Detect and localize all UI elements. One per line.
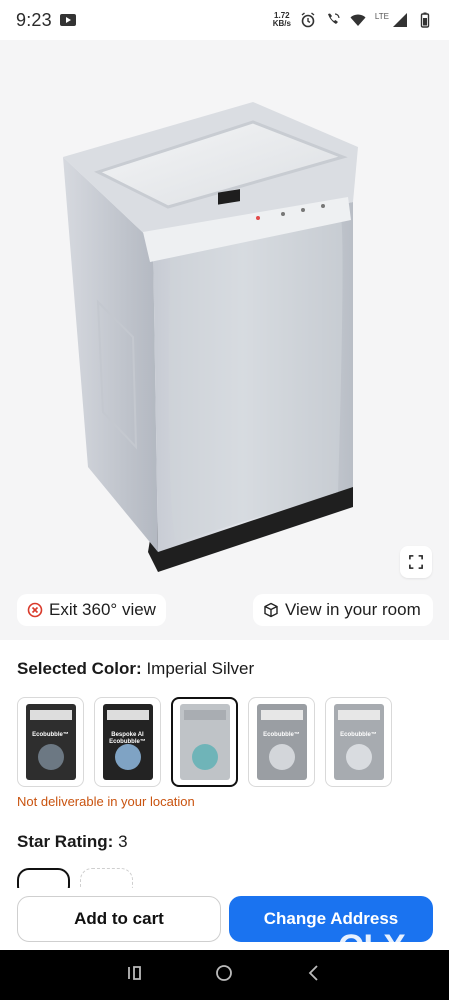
net-speed: 1.72 KB/s — [273, 12, 291, 28]
alarm-icon — [300, 12, 316, 28]
system-nav-bar — [0, 950, 449, 1000]
exit-360-view-button[interactable]: Exit 360° view — [17, 594, 166, 626]
net-speed-unit: KB/s — [272, 19, 291, 28]
product-360-viewer[interactable]: Exit 360° view View in your room — [0, 40, 449, 640]
fullscreen-button[interactable] — [400, 546, 432, 578]
status-time: 9:23 — [16, 9, 52, 30]
recent-apps-icon — [127, 965, 141, 980]
home-icon — [216, 964, 233, 981]
view-in-room-label: View in your room — [285, 600, 421, 619]
back-button[interactable] — [304, 963, 324, 988]
close-circle-icon — [27, 602, 43, 618]
expand-icon — [409, 555, 423, 569]
call-wifi-icon — [325, 12, 341, 28]
color-swatch[interactable]: Bespoke AI Ecobubble™ — [94, 697, 161, 787]
selected-color-value: Imperial Silver — [146, 659, 255, 678]
selected-color-label: Selected Color: — [17, 659, 142, 678]
back-icon — [308, 964, 318, 981]
swatch-image: Bespoke AI Ecobubble™ — [102, 704, 153, 780]
youtube-notification-icon — [59, 14, 76, 26]
star-rating-label: Star Rating: — [17, 832, 114, 851]
product-page: 9:23 1.72 KB/s LTE Exit 360° view View i… — [0, 0, 449, 1000]
color-swatch[interactable]: Ecobubble™ — [325, 697, 392, 787]
status-icons: 1.72 KB/s LTE — [273, 12, 433, 28]
signal-icon — [392, 12, 408, 28]
swatch-label: Ecobubble™ — [263, 732, 300, 738]
exit-360-label: Exit 360° view — [49, 600, 156, 619]
color-swatch[interactable]: Ecobubble™ — [248, 697, 315, 787]
swatch-label: Ecobubble™ — [340, 732, 377, 738]
network-type-label: LTE — [374, 11, 389, 21]
delivery-warning: Not deliverable in your location — [17, 794, 195, 809]
view-in-room-button[interactable]: View in your room — [253, 594, 433, 626]
color-swatch-selected[interactable] — [171, 697, 238, 787]
color-swatches: Ecobubble™ Bespoke AI Ecobubble™ Ecobubb… — [17, 697, 392, 787]
star-rating: Star Rating: 3 — [17, 832, 128, 852]
battery-icon — [417, 12, 433, 28]
star-rating-value: 3 — [118, 832, 128, 851]
swatch-image: Ecobubble™ — [256, 704, 307, 780]
home-button[interactable] — [214, 963, 234, 988]
status-bar: 9:23 1.72 KB/s LTE — [0, 0, 449, 40]
swatch-label: Ecobubble™ — [32, 732, 69, 738]
add-to-cart-button[interactable]: Add to cart — [17, 896, 221, 942]
swatch-image: Ecobubble™ — [333, 704, 384, 780]
swatch-image: Ecobubble™ — [25, 704, 76, 780]
recent-apps-button[interactable] — [125, 963, 145, 988]
wifi-icon — [350, 12, 366, 28]
cube-icon — [264, 602, 278, 618]
selected-color: Selected Color: Imperial Silver — [17, 659, 254, 679]
color-swatch[interactable]: Ecobubble™ — [17, 697, 84, 787]
swatch-image — [179, 704, 230, 780]
washing-machine-image — [63, 102, 358, 572]
